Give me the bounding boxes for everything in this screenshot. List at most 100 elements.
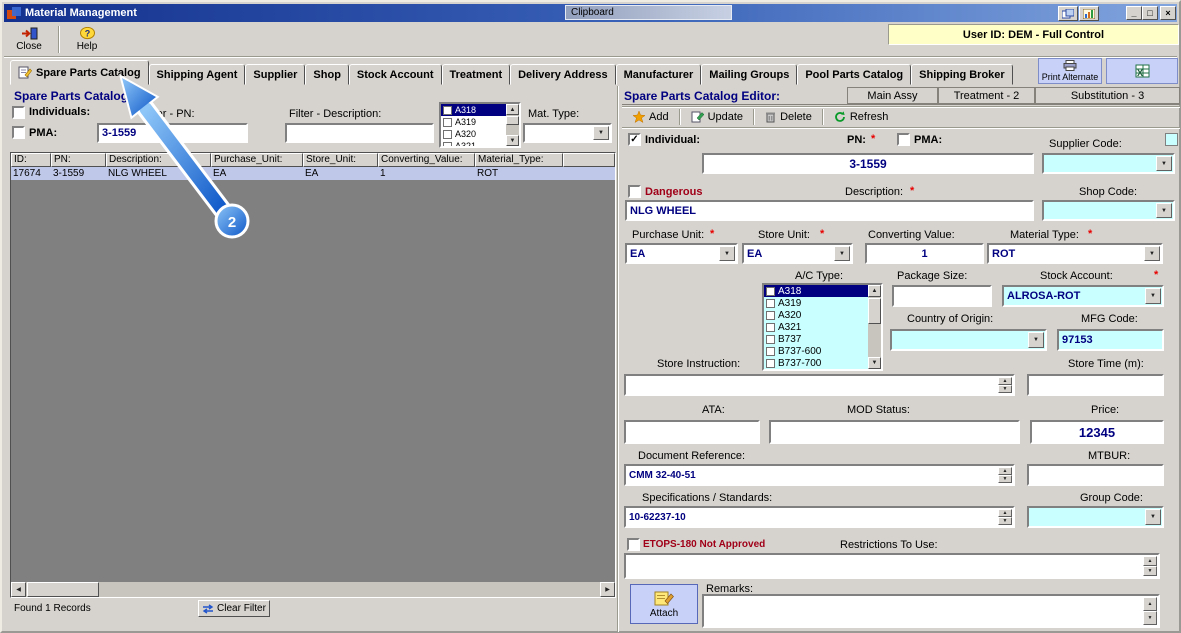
dropdown-arrow-icon[interactable]: ▼ <box>1145 509 1161 525</box>
scroll-down-icon[interactable]: ▼ <box>868 357 881 369</box>
editor-tab-substitution[interactable]: Substitution - 3 <box>1035 87 1180 104</box>
scroll-up-icon[interactable]: ▲ <box>868 285 881 297</box>
mat-type-combo[interactable]: ▼ <box>523 123 612 143</box>
individuals-checkbox[interactable] <box>12 106 25 119</box>
print-alternate-button[interactable]: Print Alternate <box>1038 58 1102 84</box>
tab-mailing-groups[interactable]: Mailing Groups <box>701 64 797 85</box>
update-button[interactable]: Update <box>684 108 750 126</box>
price-input[interactable]: 12345 <box>1030 420 1164 444</box>
remarks-input[interactable]: ▲▼ <box>702 594 1160 628</box>
tab-stock-account[interactable]: Stock Account <box>349 64 442 85</box>
listbox-scrollbar[interactable]: ▲ ▼ <box>506 104 519 146</box>
dropdown-arrow-icon[interactable]: ▼ <box>1156 156 1172 171</box>
spin-up-icon[interactable]: ▲ <box>1143 597 1157 611</box>
list-item[interactable]: A321 <box>441 140 506 148</box>
list-item[interactable]: B737-600 <box>764 345 868 357</box>
tab-delivery-address[interactable]: Delivery Address <box>510 64 615 85</box>
spinner[interactable]: ▲▼ <box>1143 556 1157 576</box>
ata-input[interactable] <box>624 420 760 444</box>
pma-checkbox[interactable] <box>897 133 910 146</box>
listbox-scrollbar[interactable]: ▲ ▼ <box>868 285 881 369</box>
purchase-unit-combo[interactable]: EA ▼ <box>625 243 738 264</box>
delete-button[interactable]: Delete <box>758 108 819 126</box>
mtbur-input[interactable] <box>1027 464 1164 486</box>
dropdown-arrow-icon[interactable]: ▼ <box>1145 288 1161 304</box>
spinner[interactable]: ▲▼ <box>1143 597 1157 625</box>
country-of-origin-combo[interactable]: ▼ <box>890 329 1047 351</box>
list-item[interactable]: B737 <box>764 333 868 345</box>
list-item[interactable]: A319 <box>441 116 506 128</box>
pma-filter-checkbox[interactable] <box>12 126 25 139</box>
clear-filter-button[interactable]: Clear Filter <box>198 600 270 617</box>
dangerous-checkbox[interactable] <box>628 185 641 198</box>
scroll-thumb[interactable] <box>868 298 881 324</box>
item-checkbox[interactable] <box>766 323 775 332</box>
help-button[interactable]: ? Help <box>64 24 110 54</box>
mod-status-input[interactable] <box>769 420 1020 444</box>
spin-up-icon[interactable]: ▲ <box>998 467 1012 475</box>
restrictions-input[interactable]: ▲▼ <box>624 553 1160 579</box>
scroll-thumb[interactable] <box>506 116 519 125</box>
filter-description-input[interactable] <box>285 123 434 143</box>
export-excel-button[interactable]: X <box>1106 58 1178 84</box>
dropdown-arrow-icon[interactable]: ▼ <box>834 246 850 261</box>
store-time-input[interactable] <box>1027 374 1164 396</box>
add-button[interactable]: Add <box>626 108 676 126</box>
spinner[interactable]: ▲▼ <box>998 377 1012 393</box>
spin-up-icon[interactable]: ▲ <box>998 509 1012 517</box>
individual-checkbox[interactable]: ✓ <box>628 133 641 146</box>
titlebar-tool-button-2[interactable] <box>1079 6 1099 21</box>
column-header-store-unit[interactable]: Store_Unit: <box>303 153 378 167</box>
maximize-button[interactable]: □ <box>1142 6 1158 20</box>
spin-down-icon[interactable]: ▼ <box>1143 566 1157 576</box>
spinner[interactable]: ▲▼ <box>998 509 1012 525</box>
spin-down-icon[interactable]: ▼ <box>1143 611 1157 625</box>
list-item[interactable]: A321 <box>764 321 868 333</box>
item-checkbox[interactable] <box>443 130 452 139</box>
list-item[interactable]: B737-700 <box>764 357 868 369</box>
item-checkbox[interactable] <box>766 335 775 344</box>
stock-account-combo[interactable]: ALROSA-ROT ▼ <box>1002 285 1164 307</box>
spin-down-icon[interactable]: ▼ <box>998 517 1012 525</box>
spin-up-icon[interactable]: ▲ <box>998 377 1012 385</box>
refresh-button[interactable]: Refresh <box>827 108 896 126</box>
item-checkbox[interactable] <box>766 359 775 368</box>
tab-treatment[interactable]: Treatment <box>442 64 511 85</box>
tab-pool-parts-catalog[interactable]: Pool Parts Catalog <box>797 64 911 85</box>
store-unit-combo[interactable]: EA ▼ <box>742 243 853 264</box>
specifications-input[interactable]: 10-62237-10 ▲▼ <box>624 506 1015 528</box>
close-window-button[interactable]: × <box>1160 6 1176 20</box>
scroll-up-icon[interactable]: ▲ <box>506 104 519 115</box>
item-checkbox[interactable] <box>766 287 775 296</box>
clipboard-window-titlebar[interactable]: Clipboard <box>565 5 732 20</box>
store-instruction-input[interactable]: ▲▼ <box>624 374 1015 396</box>
close-button[interactable]: Close <box>8 24 50 54</box>
horizontal-scrollbar[interactable]: ◀ ▶ <box>11 582 615 597</box>
editor-tab-treatment[interactable]: Treatment - 2 <box>938 87 1035 104</box>
item-checkbox[interactable] <box>766 299 775 308</box>
column-header-material-type[interactable]: Material_Type: <box>475 153 563 167</box>
ac-type-listbox[interactable]: A318 A319 A320 A321 B737 B737-600 B737-7… <box>762 283 883 371</box>
dropdown-arrow-icon[interactable]: ▼ <box>593 126 609 140</box>
ac-filter-listbox[interactable]: A318 A319 A320 A321 ▲ ▼ <box>439 102 521 148</box>
item-checkbox[interactable] <box>766 311 775 320</box>
spin-down-icon[interactable]: ▼ <box>998 475 1012 483</box>
material-type-combo[interactable]: ROT ▼ <box>987 243 1163 264</box>
column-header-id[interactable]: ID: <box>11 153 51 167</box>
spinner[interactable]: ▲▼ <box>998 467 1012 483</box>
item-checkbox[interactable] <box>766 347 775 356</box>
dropdown-arrow-icon[interactable]: ▼ <box>1156 203 1172 218</box>
tab-shop[interactable]: Shop <box>305 64 349 85</box>
shop-code-combo[interactable]: ▼ <box>1042 200 1175 221</box>
item-checkbox[interactable] <box>443 142 452 149</box>
item-checkbox[interactable] <box>443 106 452 115</box>
group-code-combo[interactable]: ▼ <box>1027 506 1164 528</box>
editor-tab-main-assy[interactable]: Main Assy <box>847 87 938 104</box>
titlebar-tool-button-1[interactable] <box>1058 6 1078 21</box>
scroll-down-icon[interactable]: ▼ <box>506 135 519 146</box>
spin-up-icon[interactable]: ▲ <box>1143 556 1157 566</box>
pn-input[interactable]: 3-1559 <box>702 153 1034 174</box>
description-input[interactable]: NLG WHEEL <box>625 200 1034 221</box>
minimize-button[interactable]: _ <box>1126 6 1142 20</box>
tab-manufacturer[interactable]: Manufacturer <box>616 64 702 85</box>
